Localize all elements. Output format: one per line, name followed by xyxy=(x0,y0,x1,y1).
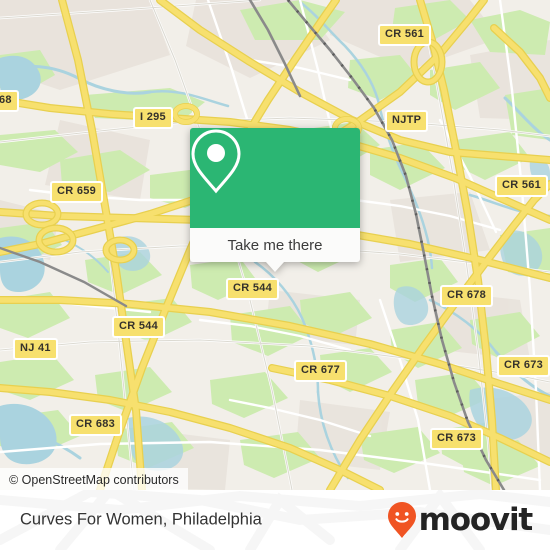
road-shield: CR 683 xyxy=(69,414,123,436)
road-shield: CR 659 xyxy=(50,181,104,203)
app-root: CR 561 68 I 295 NJTP CR 561 CR 659 CR 54… xyxy=(0,0,550,550)
popup-header xyxy=(190,128,360,228)
road-shield: CR 678 xyxy=(440,285,494,307)
map-attribution[interactable]: © OpenStreetMap contributors xyxy=(0,468,188,490)
take-me-there-button[interactable]: Take me there xyxy=(190,228,360,272)
road-shield: CR 677 xyxy=(294,360,348,382)
road-shield: CR 561 xyxy=(378,24,432,46)
road-shield: NJTP xyxy=(385,110,429,132)
road-shield: CR 544 xyxy=(112,316,166,338)
page-title: Curves For Women, Philadelphia xyxy=(20,510,262,529)
moovit-wordmark: moovit xyxy=(418,501,534,538)
map-canvas[interactable]: CR 561 68 I 295 NJTP CR 561 CR 659 CR 54… xyxy=(0,0,550,490)
popup-tail xyxy=(266,262,284,272)
road-shield: CR 673 xyxy=(430,428,484,450)
bottom-bar: Curves For Women, Philadelphia moovit xyxy=(0,490,550,550)
moovit-pin-icon xyxy=(387,502,416,538)
location-popup-card[interactable]: Take me there xyxy=(190,128,360,272)
road-shield: 68 xyxy=(0,90,19,112)
road-shield: NJ 41 xyxy=(13,338,58,360)
location-pin-icon xyxy=(191,129,241,194)
take-me-there-label: Take me there xyxy=(227,236,323,254)
road-shield: CR 673 xyxy=(497,355,550,377)
road-shield: I 295 xyxy=(133,107,173,129)
road-shield: CR 544 xyxy=(226,278,280,300)
road-shield: CR 561 xyxy=(495,175,549,197)
moovit-logo[interactable]: moovit xyxy=(387,501,534,539)
